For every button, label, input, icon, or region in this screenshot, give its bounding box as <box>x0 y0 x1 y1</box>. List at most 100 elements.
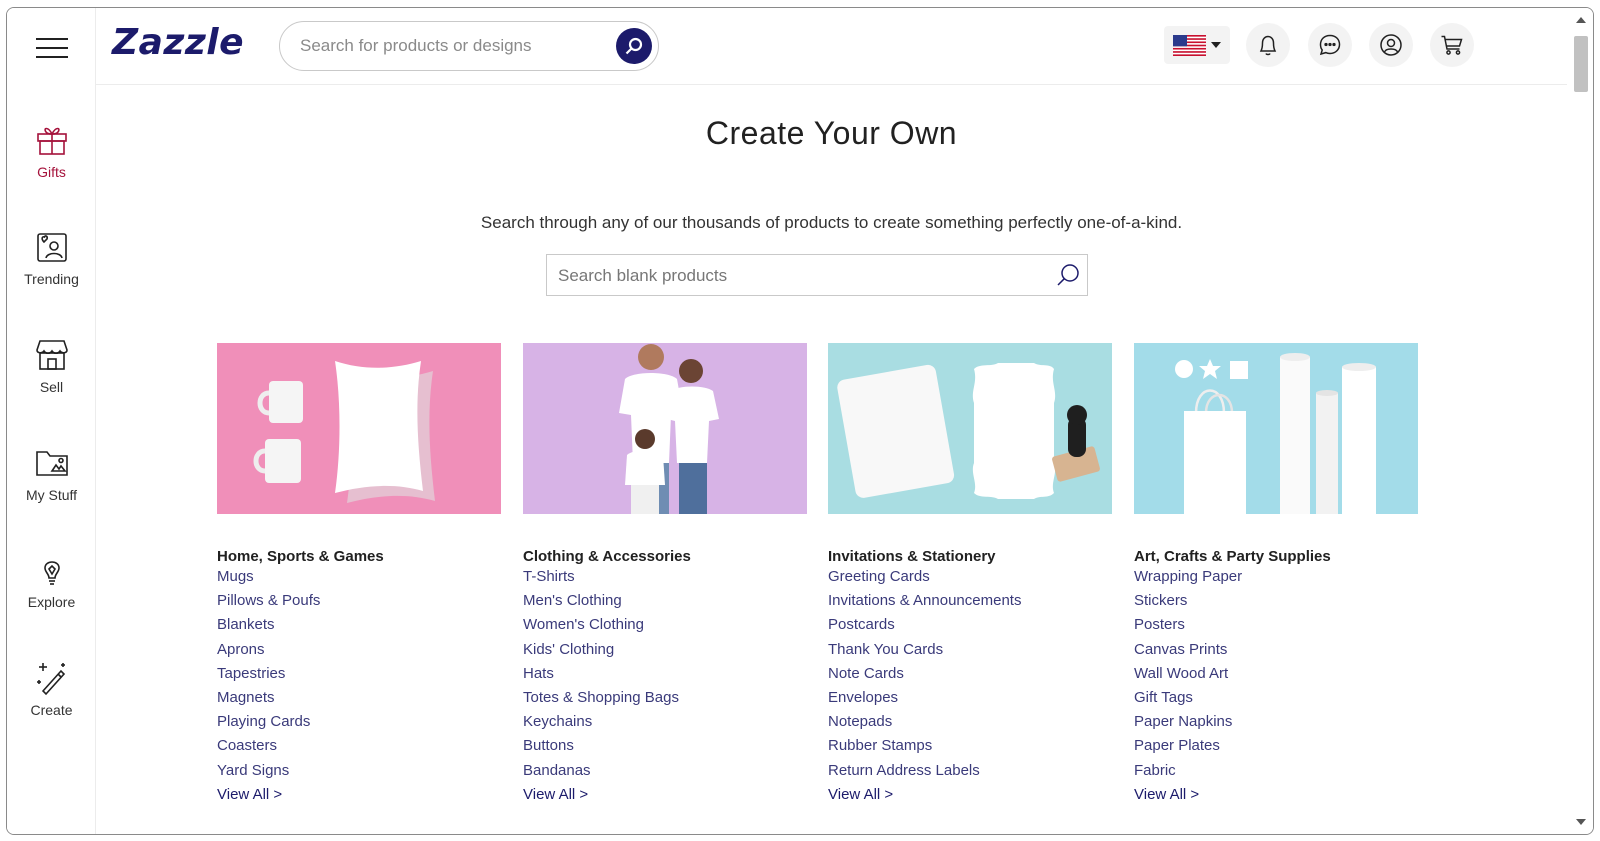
zazzle-logo[interactable]: Zazzle <box>112 22 244 63</box>
folder-icon <box>35 451 68 476</box>
category-link-totes-shopping-bags[interactable]: Totes & Shopping Bags <box>523 686 807 710</box>
category-image-home[interactable] <box>217 343 501 514</box>
category-image-clothing[interactable] <box>523 343 807 514</box>
trending-icon <box>36 233 67 262</box>
category-card-invitations-stationery: Invitations & Stationery Greeting Cards … <box>828 343 1112 807</box>
pillow-mugs-illustration <box>217 343 501 514</box>
account-button[interactable] <box>1369 23 1413 67</box>
category-link-postcards[interactable]: Postcards <box>828 613 1112 637</box>
scrollbar-thumb[interactable] <box>1574 36 1588 92</box>
top-search-input[interactable] <box>300 34 600 58</box>
rail-label-my-stuff: My Stuff <box>25 487 78 503</box>
category-heading[interactable]: Home, Sports & Games <box>217 548 501 565</box>
category-link-tapestries[interactable]: Tapestries <box>217 662 501 686</box>
search-icon <box>625 37 643 55</box>
view-all-link[interactable]: View All > <box>1134 783 1418 807</box>
messages-button[interactable] <box>1308 23 1352 67</box>
category-link-gift-tags[interactable]: Gift Tags <box>1134 686 1418 710</box>
category-link-note-cards[interactable]: Note Cards <box>828 662 1112 686</box>
category-link-blankets[interactable]: Blankets <box>217 613 501 637</box>
category-card-clothing-accessories: Clothing & Accessories T-Shirts Men's Cl… <box>523 343 807 807</box>
rail-item-my-stuff[interactable]: My Stuff <box>7 445 96 503</box>
category-link-wrapping-paper[interactable]: Wrapping Paper <box>1134 565 1418 589</box>
cart-button[interactable] <box>1430 23 1474 67</box>
category-link-buttons[interactable]: Buttons <box>523 734 807 758</box>
view-all-link[interactable]: View All > <box>217 783 501 807</box>
view-all-link[interactable]: View All > <box>828 783 1112 807</box>
category-link-mens-clothing[interactable]: Men's Clothing <box>523 589 807 613</box>
category-link-aprons[interactable]: Aprons <box>217 638 501 662</box>
category-link-hats[interactable]: Hats <box>523 662 807 686</box>
search-icon[interactable] <box>1055 262 1081 288</box>
rail-item-create[interactable]: Create <box>7 660 96 718</box>
bell-icon <box>1259 35 1277 56</box>
category-link-womens-clothing[interactable]: Women's Clothing <box>523 613 807 637</box>
gift-icon <box>36 127 67 155</box>
category-link-rubber-stamps[interactable]: Rubber Stamps <box>828 734 1112 758</box>
page-subtitle: Search through any of our thousands of p… <box>480 213 1183 232</box>
notifications-button[interactable] <box>1246 23 1290 67</box>
rail-label-explore: Explore <box>27 594 76 610</box>
category-link-bandanas[interactable]: Bandanas <box>523 759 807 783</box>
category-image-crafts[interactable] <box>1134 343 1418 514</box>
rail-item-explore[interactable]: Explore <box>7 552 96 610</box>
top-search-bar <box>279 21 659 71</box>
category-card-art-crafts-party: Art, Crafts & Party Supplies Wrapping Pa… <box>1134 343 1418 807</box>
rail-label-trending: Trending <box>24 271 79 287</box>
browser-window: Gifts Trending Sell My Stuff Explore Cre… <box>6 7 1594 835</box>
category-link-posters[interactable]: Posters <box>1134 613 1418 637</box>
rail-label-gifts: Gifts <box>37 164 66 180</box>
top-search-button[interactable] <box>616 28 652 64</box>
chat-icon <box>1319 34 1341 56</box>
chevron-down-icon <box>1211 42 1221 48</box>
rail-item-gifts[interactable]: Gifts <box>7 122 96 180</box>
scroll-up-arrow-icon[interactable] <box>1576 17 1586 23</box>
blank-products-search <box>546 254 1088 296</box>
category-link-keychains[interactable]: Keychains <box>523 710 807 734</box>
category-link-fabric[interactable]: Fabric <box>1134 759 1418 783</box>
category-link-wall-wood-art[interactable]: Wall Wood Art <box>1134 662 1418 686</box>
category-link-return-address-labels[interactable]: Return Address Labels <box>828 759 1112 783</box>
category-link-t-shirts[interactable]: T-Shirts <box>523 565 807 589</box>
category-link-invitations-announcements[interactable]: Invitations & Announcements <box>828 589 1112 613</box>
category-link-yard-signs[interactable]: Yard Signs <box>217 759 501 783</box>
cards-stamp-illustration <box>828 343 1112 514</box>
family-tshirts-illustration <box>523 343 807 514</box>
rail-item-sell[interactable]: Sell <box>7 337 96 395</box>
lightbulb-icon <box>43 561 60 585</box>
category-link-mugs[interactable]: Mugs <box>217 565 501 589</box>
category-link-kids-clothing[interactable]: Kids' Clothing <box>523 638 807 662</box>
category-link-envelopes[interactable]: Envelopes <box>828 686 1112 710</box>
blank-products-search-input[interactable] <box>558 264 1038 288</box>
rail-item-trending[interactable]: Trending <box>7 229 96 287</box>
category-link-stickers[interactable]: Stickers <box>1134 589 1418 613</box>
category-link-paper-plates[interactable]: Paper Plates <box>1134 734 1418 758</box>
main-content: Create Your Own Search through any of ou… <box>96 85 1567 834</box>
scroll-down-arrow-icon[interactable] <box>1576 819 1586 825</box>
category-heading[interactable]: Invitations & Stationery <box>828 548 1112 565</box>
category-link-canvas-prints[interactable]: Canvas Prints <box>1134 638 1418 662</box>
category-link-thank-you-cards[interactable]: Thank You Cards <box>828 638 1112 662</box>
category-heading[interactable]: Clothing & Accessories <box>523 548 807 565</box>
category-link-paper-napkins[interactable]: Paper Napkins <box>1134 710 1418 734</box>
category-image-stationery[interactable] <box>828 343 1112 514</box>
category-link-magnets[interactable]: Magnets <box>217 686 501 710</box>
left-rail: Gifts Trending Sell My Stuff Explore Cre… <box>7 8 96 834</box>
category-link-playing-cards[interactable]: Playing Cards <box>217 710 501 734</box>
hamburger-menu-icon[interactable] <box>36 38 68 58</box>
category-link-coasters[interactable]: Coasters <box>217 734 501 758</box>
page-title: Create Your Own <box>705 115 958 151</box>
category-link-greeting-cards[interactable]: Greeting Cards <box>828 565 1112 589</box>
top-header: Zazzle <box>96 8 1567 85</box>
category-link-pillows-poufs[interactable]: Pillows & Poufs <box>217 589 501 613</box>
store-icon <box>35 340 68 370</box>
page-scrollbar[interactable] <box>1567 8 1593 834</box>
view-all-link[interactable]: View All > <box>523 783 807 807</box>
rail-label-sell: Sell <box>39 379 64 395</box>
locale-selector[interactable] <box>1164 26 1230 64</box>
rail-label-create: Create <box>30 702 73 718</box>
category-link-notepads[interactable]: Notepads <box>828 710 1112 734</box>
category-heading[interactable]: Art, Crafts & Party Supplies <box>1134 548 1418 565</box>
us-flag-icon <box>1173 35 1206 56</box>
cart-icon <box>1441 35 1463 55</box>
